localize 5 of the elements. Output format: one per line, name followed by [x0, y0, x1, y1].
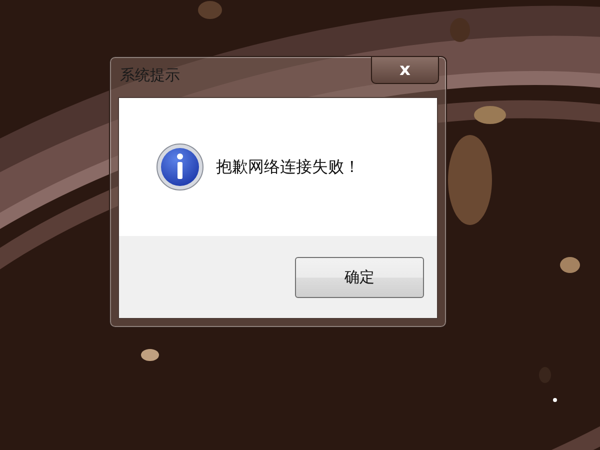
window-title: 系统提示	[120, 66, 180, 85]
ok-button[interactable]: 确定	[295, 256, 424, 298]
close-button[interactable]: x	[371, 57, 439, 84]
message-text: 抱歉网络连接失败！	[216, 156, 360, 178]
info-icon	[156, 143, 204, 191]
